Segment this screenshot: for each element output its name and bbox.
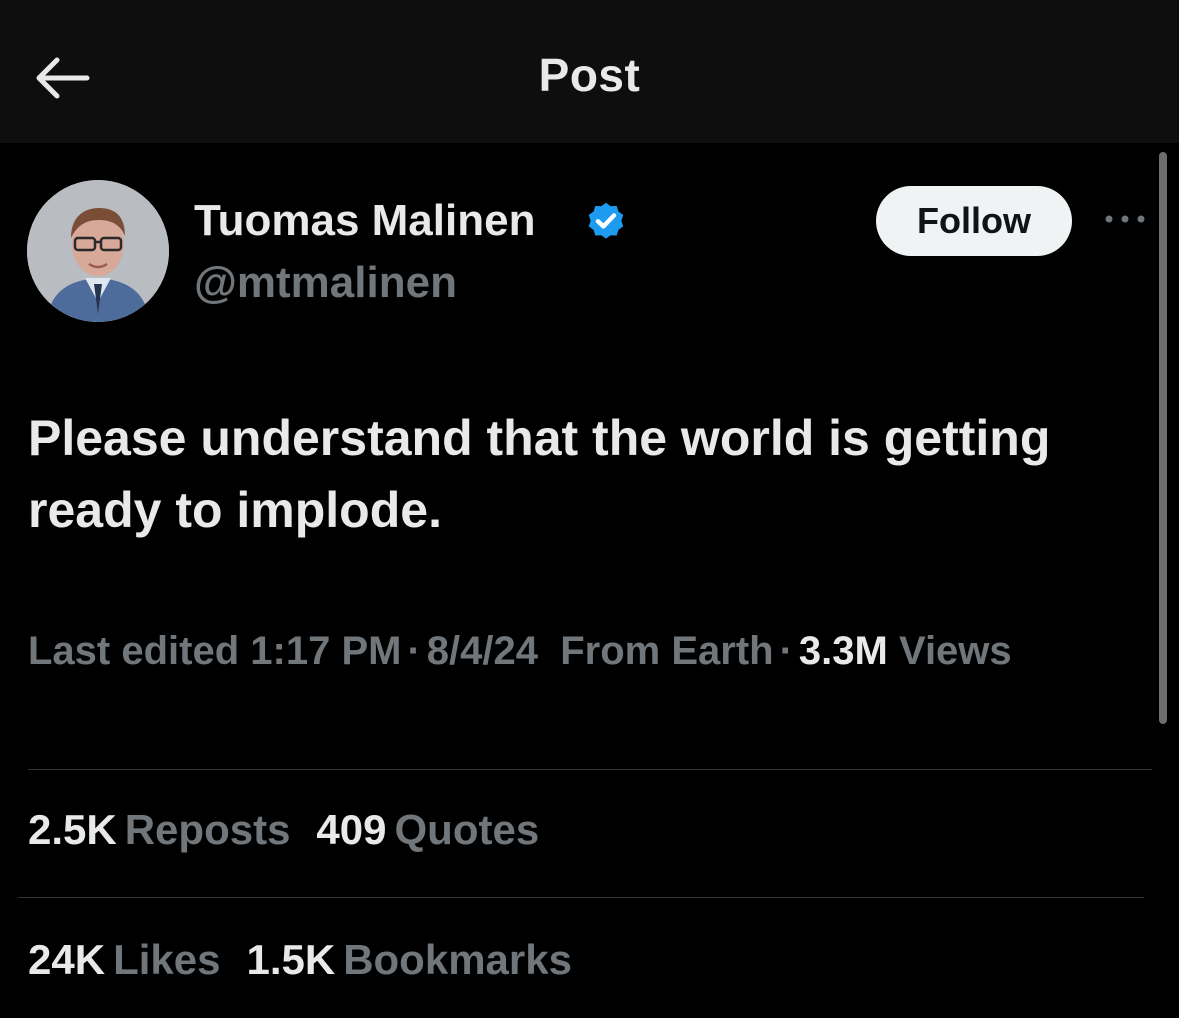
likes-stat[interactable]: 24K Likes [28,936,220,983]
post-source: From Earth [560,629,774,673]
likes-count: 24K [28,936,106,983]
views-count: 3.3M [798,629,888,673]
bookmarks-label: Bookmarks [343,936,572,983]
page-title: Post [538,49,641,101]
bookmarks-count: 1.5K [246,936,336,983]
post-page: Post Tuomas Malinen @mtmalinen Follow Pl… [0,0,1179,1018]
bookmarks-stat[interactable]: 1.5K Bookmarks [246,936,571,983]
scrollbar[interactable] [1159,152,1167,724]
quotes-stat[interactable]: 409 Quotes [316,806,539,853]
quotes-label: Quotes [394,806,540,853]
more-horizontal-icon [1105,215,1145,223]
avatar[interactable] [27,180,169,322]
divider [28,769,1152,770]
post-time[interactable]: 1:17 PM [250,629,401,673]
reposts-stat[interactable]: 2.5K Reposts [28,806,290,853]
more-options-button[interactable] [1100,204,1150,234]
separator-dot: · [779,629,793,673]
author-name[interactable]: Tuomas Malinen [194,196,535,246]
engagement-row-likes-bookmarks: 24K Likes 1.5K Bookmarks [28,936,598,984]
divider [18,897,1144,898]
reposts-count: 2.5K [28,806,117,853]
quotes-count: 409 [316,806,387,853]
verified-badge-icon [588,202,624,239]
top-bar: Post [0,0,1179,143]
post-metadata: Last edited 1:17 PM · 8/4/24 From Earth · 3.… [28,624,1148,678]
post-text: Please understand that the world is gett… [28,410,1051,538]
views-label: Views [898,629,1012,673]
avatar-photo [27,180,169,322]
author-handle[interactable]: @mtmalinen [194,258,457,308]
edited-label[interactable]: Last edited [28,629,239,673]
engagement-row-reposts-quotes: 2.5K Reposts 409 Quotes [28,806,565,854]
likes-label: Likes [113,936,221,983]
reposts-label: Reposts [124,806,291,853]
separator-dot: · [407,629,421,673]
post-date[interactable]: 8/4/24 [427,629,538,673]
follow-button[interactable]: Follow [876,186,1072,256]
